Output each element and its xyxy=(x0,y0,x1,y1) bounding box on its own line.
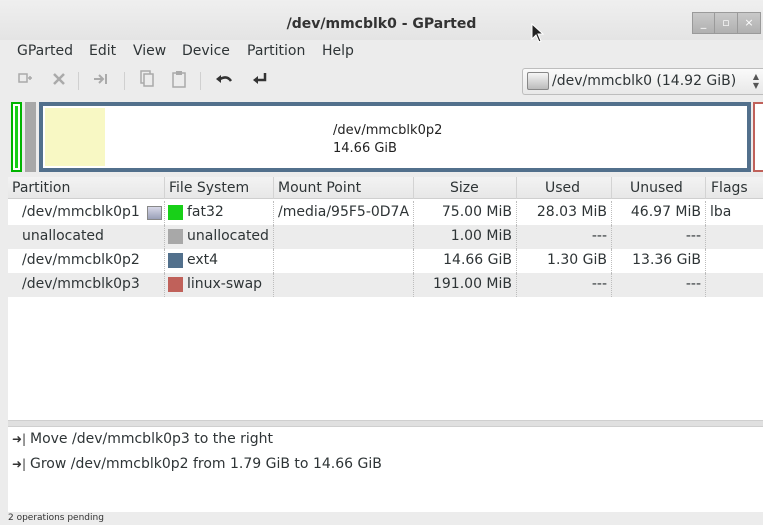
move-operation-icon: ➜| xyxy=(12,432,27,446)
resize-move-icon[interactable] xyxy=(90,70,112,92)
column-unused[interactable]: Unused xyxy=(630,180,683,196)
partition-flags: lba xyxy=(710,204,732,220)
device-selector-value: /dev/mmcblk0 (14.92 GiB) xyxy=(552,73,737,89)
new-partition-icon[interactable] xyxy=(14,70,36,92)
menu-help[interactable]: Help xyxy=(322,40,354,59)
filesystem-name: ext4 xyxy=(187,252,219,268)
window-title: /dev/mmcblk0 - GParted xyxy=(286,16,477,32)
disk-icon xyxy=(527,72,549,90)
spin-arrows-icon: ▲ ▼ xyxy=(752,72,759,90)
partition-name: /dev/mmcblk0p2 xyxy=(22,252,140,268)
undo-icon[interactable] xyxy=(213,70,235,92)
menu-bar: GParted Edit View Device Partition Help xyxy=(0,40,763,64)
paste-icon[interactable] xyxy=(168,70,190,92)
operation-text: Grow /dev/mmcblk0p2 from 1.79 GiB to 14.… xyxy=(30,456,382,472)
column-file-system[interactable]: File System xyxy=(169,180,249,196)
device-selector[interactable]: /dev/mmcblk0 (14.92 GiB) ▲ ▼ xyxy=(522,68,763,95)
disk-map-unallocated[interactable] xyxy=(25,102,36,172)
column-flags[interactable]: Flags xyxy=(711,180,748,196)
table-row[interactable]: /dev/mmcblk0p1 fat32 /media/95F5-0D7A 75… xyxy=(8,201,763,225)
filesystem-name: linux-swap xyxy=(187,276,263,292)
filesystem-color-swatch xyxy=(168,277,183,292)
list-item[interactable]: ➜| Grow /dev/mmcblk0p2 from 1.79 GiB to 1… xyxy=(12,456,382,472)
table-row[interactable]: /dev/mmcblk0p3 linux-swap 191.00 MiB ---… xyxy=(8,273,763,297)
list-item[interactable]: ➜| Move /dev/mmcblk0p3 to the right xyxy=(12,431,273,447)
status-bar: 2 operations pending xyxy=(0,512,763,525)
column-partition[interactable]: Partition xyxy=(12,180,70,196)
maximize-button[interactable]: ▫ xyxy=(715,12,738,34)
partition-used: 1.30 GiB xyxy=(547,252,607,268)
partition-size: 75.00 MiB xyxy=(441,204,512,220)
menu-view[interactable]: View xyxy=(133,40,166,59)
operation-text: Move /dev/mmcblk0p3 to the right xyxy=(30,431,274,447)
column-mount-point[interactable]: Mount Point xyxy=(278,180,361,196)
partition-used: 28.03 MiB xyxy=(536,204,607,220)
table-row[interactable]: unallocated unallocated 1.00 MiB --- --- xyxy=(8,225,763,249)
menu-device[interactable]: Device xyxy=(182,40,230,59)
status-text: 2 operations pending xyxy=(8,513,104,523)
copy-icon[interactable] xyxy=(136,70,158,92)
menu-edit[interactable]: Edit xyxy=(89,40,116,59)
filesystem-color-swatch xyxy=(168,205,183,220)
partition-size: 14.66 GiB xyxy=(443,252,512,268)
filesystem-name: fat32 xyxy=(187,204,224,220)
filesystem-color-swatch xyxy=(168,229,183,244)
partition-unused: --- xyxy=(685,228,701,244)
table-row[interactable]: /dev/mmcblk0p2 ext4 14.66 GiB 1.30 GiB 1… xyxy=(8,249,763,273)
disk-graphic: /dev/mmcblk0p2 14.66 GiB xyxy=(8,100,763,174)
partition-used: --- xyxy=(591,276,607,292)
title-bar[interactable]: /dev/mmcblk0 - GParted _ ▫ × xyxy=(0,0,763,43)
filesystem-name: unallocated xyxy=(187,228,269,244)
disk-map-partition-p3[interactable] xyxy=(753,102,763,172)
resize-operation-icon: ➜| xyxy=(12,457,27,471)
disk-map-partition-p1[interactable] xyxy=(11,102,22,172)
used-space-fill xyxy=(45,108,105,166)
minimize-button[interactable]: _ xyxy=(692,12,715,34)
partition-name: /dev/mmcblk0p3 xyxy=(22,276,140,292)
partition-size: 191.00 MiB xyxy=(432,276,512,292)
pane-splitter[interactable] xyxy=(8,420,763,427)
table-header: Partition File System Mount Point Size U… xyxy=(8,177,763,199)
pending-operations-list: ➜| Move /dev/mmcblk0p3 to the right ➜| Gro… xyxy=(8,427,763,512)
disk-map-partition-p2[interactable]: /dev/mmcblk0p2 14.66 GiB xyxy=(39,102,751,172)
delete-partition-icon[interactable] xyxy=(48,70,70,92)
menu-gparted[interactable]: GParted xyxy=(17,40,73,59)
mount-point: /media/95F5-0D7A xyxy=(278,204,410,220)
disk-map-partition-name: /dev/mmcblk0p2 xyxy=(333,123,443,138)
partition-size: 1.00 MiB xyxy=(450,228,512,244)
column-size[interactable]: Size xyxy=(450,180,479,196)
partition-name: unallocated xyxy=(22,228,104,244)
partition-table: Partition File System Mount Point Size U… xyxy=(8,177,763,420)
filesystem-color-swatch xyxy=(168,253,183,268)
apply-icon[interactable] xyxy=(249,70,271,92)
partition-unused: 46.97 MiB xyxy=(630,204,701,220)
close-button[interactable]: × xyxy=(738,12,761,34)
partition-used: --- xyxy=(591,228,607,244)
partition-name: /dev/mmcblk0p1 xyxy=(22,204,140,220)
partition-unused: --- xyxy=(685,276,701,292)
column-used[interactable]: Used xyxy=(545,180,580,196)
partition-unused: 13.36 GiB xyxy=(632,252,701,268)
disk-map-partition-size: 14.66 GiB xyxy=(333,141,397,156)
menu-partition[interactable]: Partition xyxy=(247,40,305,59)
mounted-lock-icon xyxy=(147,206,162,220)
